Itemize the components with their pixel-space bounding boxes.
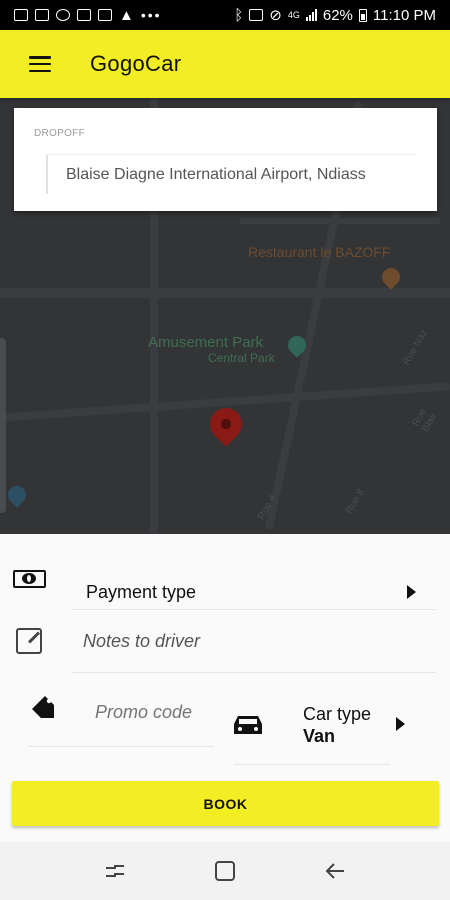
battery-icon [358, 8, 367, 22]
edit-note-icon [12, 624, 46, 658]
poi-park-label: Amusement Park [148, 334, 264, 351]
mute-icon: ⊘ [269, 7, 282, 24]
street-label: Rue 8 [343, 487, 367, 516]
street-label: Rue Blair [410, 406, 440, 434]
hamburger-icon [29, 56, 51, 72]
app-bar: GogoCar [0, 30, 450, 98]
menu-button[interactable] [0, 30, 80, 98]
dropoff-label: DROPOFF [34, 128, 85, 139]
divider [28, 746, 214, 747]
car-type-value: Van [303, 726, 336, 746]
payment-type-label: Payment type [86, 582, 197, 602]
message-icon [14, 9, 28, 21]
dropoff-card: DROPOFF Blaise Diagne International Airp… [14, 108, 437, 211]
ebay-icon [98, 9, 112, 21]
street-label: Rue Naz [400, 327, 430, 368]
car-icon [234, 716, 262, 734]
bluetooth-icon: ᛒ [234, 6, 244, 24]
divider [72, 672, 436, 673]
email-icon [77, 9, 91, 21]
network-type-label: 4G [287, 10, 300, 20]
poi-park-sublabel: Central Park [208, 351, 275, 365]
battery-percent: 62% [322, 6, 353, 24]
chevron-right-icon [407, 585, 416, 599]
dropoff-address: Blaise Diagne International Airport, Ndi… [66, 165, 366, 183]
system-icons: ᛒ ⊘ 4G 62% 11:10 PM [234, 6, 436, 25]
recent-apps-button[interactable] [95, 851, 135, 891]
navigation-icon: ▲ [119, 6, 134, 24]
recent-apps-icon [106, 865, 124, 877]
drawer-handle[interactable] [0, 338, 6, 513]
promo-code-field[interactable] [22, 674, 212, 746]
dropoff-field[interactable]: Blaise Diagne International Airport, Ndi… [46, 154, 416, 194]
tag-icon [32, 696, 54, 718]
more-notifications-icon: ••• [140, 7, 162, 23]
home-icon [215, 861, 235, 881]
status-bar: ▲ ••• ᛒ ⊘ 4G 62% 11:10 PM [0, 0, 450, 30]
notification-icons: ▲ ••• [14, 7, 234, 24]
book-button[interactable]: BOOK [12, 781, 439, 826]
chevron-right-icon [396, 717, 405, 731]
app-title: GogoCar [90, 51, 182, 76]
gallery-icon [35, 9, 49, 21]
payment-type-row[interactable]: Payment type [0, 548, 450, 610]
cash-icon [12, 562, 46, 596]
map-road [240, 218, 440, 224]
promo-code-input[interactable] [95, 702, 207, 723]
notes-row[interactable]: Notes to driver [0, 610, 450, 672]
restaurant-pin-icon[interactable] [378, 264, 404, 290]
system-nav-bar [0, 842, 450, 900]
whatsapp-icon [56, 9, 70, 21]
notes-to-driver-input[interactable]: Notes to driver [83, 631, 200, 652]
car-type-label: Car type [303, 704, 372, 724]
back-button[interactable] [315, 851, 355, 891]
back-arrow-icon [325, 863, 344, 879]
map-road [0, 288, 450, 298]
signal-icon [305, 9, 317, 21]
nfc-icon [249, 9, 264, 21]
clock: 11:10 PM [372, 6, 436, 24]
home-button[interactable] [205, 851, 245, 891]
divider [234, 764, 390, 765]
poi-restaurant-label: Restaurant le BAZOFF [248, 244, 391, 260]
place-pin-icon[interactable] [4, 482, 30, 508]
